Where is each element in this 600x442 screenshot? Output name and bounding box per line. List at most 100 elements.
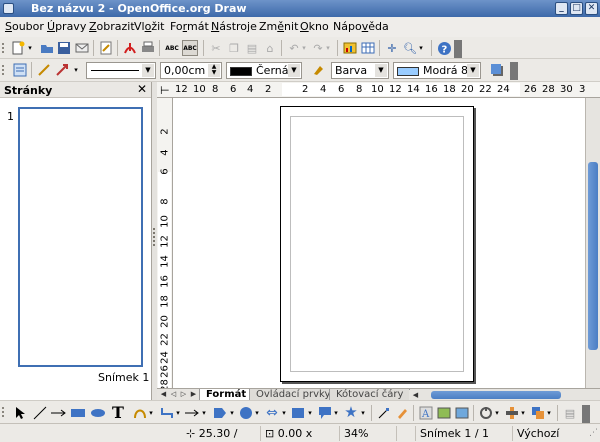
toolbar-overflow-icon[interactable] (454, 40, 462, 58)
toolbar-grip[interactable] (2, 43, 6, 53)
arrange-dropdown-icon[interactable]: ▾ (545, 405, 553, 421)
curve-dropdown-icon[interactable]: ▾ (147, 405, 155, 421)
slide-thumbnail[interactable] (18, 107, 143, 367)
paste-icon[interactable]: ▤ (244, 40, 260, 56)
callouts-dropdown-icon[interactable]: ▾ (332, 405, 340, 421)
scroll-left-icon[interactable]: ◀ (411, 391, 420, 400)
cut-icon[interactable]: ✂ (208, 40, 224, 56)
symbol-shapes-icon[interactable] (238, 405, 254, 421)
line-arrow-tool-icon[interactable] (50, 405, 66, 421)
align-dropdown-icon[interactable]: ▾ (519, 405, 527, 421)
lines-arrows-dropdown-icon[interactable]: ▾ (200, 405, 208, 421)
styles-icon[interactable] (12, 62, 28, 78)
save-icon[interactable] (56, 40, 72, 56)
basic-shapes-dropdown-icon[interactable]: ▾ (228, 405, 236, 421)
rotate-dropdown-icon[interactable]: ▾ (493, 405, 501, 421)
horizontal-scroll-thumb[interactable] (431, 391, 561, 399)
symbol-shapes-dropdown-icon[interactable]: ▾ (253, 405, 261, 421)
line-icon[interactable] (36, 62, 52, 78)
new-dropdown-icon[interactable]: ▾ (26, 40, 34, 56)
toolbar-overflow-icon[interactable] (510, 62, 518, 80)
area-fill-icon[interactable] (310, 62, 326, 78)
flowchart-dropdown-icon[interactable]: ▾ (306, 405, 314, 421)
export-pdf-icon[interactable] (122, 40, 138, 56)
table-icon[interactable] (360, 40, 376, 56)
toolbar-grip[interactable] (2, 65, 6, 75)
extrusion-icon[interactable]: ▤ (562, 405, 578, 421)
spellcheck-icon[interactable]: ABC (164, 40, 180, 56)
edit-points-icon[interactable] (376, 405, 392, 421)
line-style-select[interactable]: ▼ (86, 62, 156, 79)
edit-file-icon[interactable] (98, 40, 114, 56)
close-window-button[interactable]: ✕ (585, 2, 598, 15)
prev-tab-icon[interactable]: ◁ (169, 390, 178, 399)
flowchart-icon[interactable] (290, 405, 306, 421)
vertical-ruler[interactable]: 2 4 6 8 10 12 14 16 18 20 22 24 26 28 (157, 98, 173, 392)
drawing-canvas[interactable] (173, 98, 585, 388)
basic-shapes-icon[interactable] (212, 405, 228, 421)
line-tool-icon[interactable] (32, 405, 48, 421)
line-color-select[interactable]: Černá ▼ (226, 62, 302, 79)
fontwork-icon[interactable]: A (418, 405, 434, 421)
minimize-button[interactable]: _ (555, 2, 568, 15)
menu-okno[interactable]: Okno (300, 20, 329, 33)
toolbar-overflow-icon[interactable] (582, 405, 590, 423)
app-icon[interactable] (3, 3, 14, 14)
toolbar-grip[interactable] (2, 407, 6, 417)
gallery-icon[interactable] (454, 405, 470, 421)
maximize-button[interactable]: □ (570, 2, 583, 15)
menu-napoveda[interactable]: Nápověda (333, 20, 389, 33)
menu-vlozit[interactable]: Vložit (134, 20, 164, 33)
zoom-icon[interactable]: 🔍︎ (402, 40, 418, 56)
block-arrows-dropdown-icon[interactable]: ▾ (280, 405, 288, 421)
from-file-icon[interactable] (436, 405, 452, 421)
redo-dropdown-icon[interactable]: ▾ (324, 40, 332, 56)
menu-nastroje[interactable]: Nástroje (211, 20, 257, 33)
menu-upravy[interactable]: Úpravy (47, 20, 86, 33)
rotate-icon[interactable] (478, 405, 494, 421)
vertical-scroll-thumb[interactable] (588, 162, 598, 350)
autospellcheck-icon[interactable]: ABC (182, 40, 198, 56)
arrow-style-dropdown-icon[interactable]: ▾ (72, 62, 80, 78)
open-icon[interactable] (39, 40, 55, 56)
menu-zmenit[interactable]: Změnit (259, 20, 298, 33)
first-tab-icon[interactable]: ◀ (159, 390, 168, 399)
connector-tool-icon[interactable] (159, 405, 175, 421)
resize-grip-icon[interactable]: ⋰ (586, 426, 600, 441)
chart-icon[interactable] (342, 40, 358, 56)
menu-zobrazit[interactable]: Zobrazit (89, 20, 135, 33)
fill-type-select[interactable]: Barva ▼ (331, 62, 389, 79)
block-arrows-icon[interactable]: ⇔ (264, 405, 280, 421)
drawing-page[interactable] (280, 106, 474, 382)
zoom-dropdown-icon[interactable]: ▾ (417, 40, 425, 56)
status-zoom[interactable]: 34% (341, 426, 397, 441)
menu-format[interactable]: Formát (170, 20, 209, 33)
help-icon[interactable]: ? (436, 40, 452, 56)
stars-dropdown-icon[interactable]: ▾ (359, 405, 367, 421)
text-tool-icon[interactable]: T (110, 403, 126, 422)
line-width-field[interactable]: 0,00cm ▲ ▼ (160, 62, 222, 79)
fill-color-select[interactable]: Modrá 8 ▼ (393, 62, 481, 79)
ellipse-tool-icon[interactable] (90, 405, 106, 421)
close-panel-icon[interactable]: ✕ (137, 82, 147, 96)
print-icon[interactable] (140, 40, 156, 56)
curve-tool-icon[interactable] (132, 405, 148, 421)
select-arrow-icon[interactable] (12, 405, 28, 421)
shadow-icon[interactable] (489, 62, 505, 78)
rectangle-tool-icon[interactable] (70, 405, 86, 421)
stars-icon[interactable]: ★ (343, 403, 359, 421)
arrange-icon[interactable] (530, 405, 546, 421)
email-icon[interactable] (74, 40, 90, 56)
menu-soubor[interactable]: Soubor (5, 20, 44, 33)
lines-arrows-icon[interactable] (184, 405, 200, 421)
new-document-icon[interactable] (10, 40, 26, 56)
connector-dropdown-icon[interactable]: ▾ (174, 405, 182, 421)
points-icon[interactable]: ✛ (384, 40, 400, 56)
last-tab-icon[interactable]: ▶ (189, 390, 198, 399)
align-icon[interactable] (504, 405, 520, 421)
undo-dropdown-icon[interactable]: ▾ (300, 40, 308, 56)
arrow-style-icon[interactable] (54, 62, 70, 78)
glue-points-icon[interactable] (394, 405, 410, 421)
vertical-scrollbar[interactable] (585, 98, 600, 388)
format-paintbrush-icon[interactable]: ⌂ (262, 40, 278, 56)
